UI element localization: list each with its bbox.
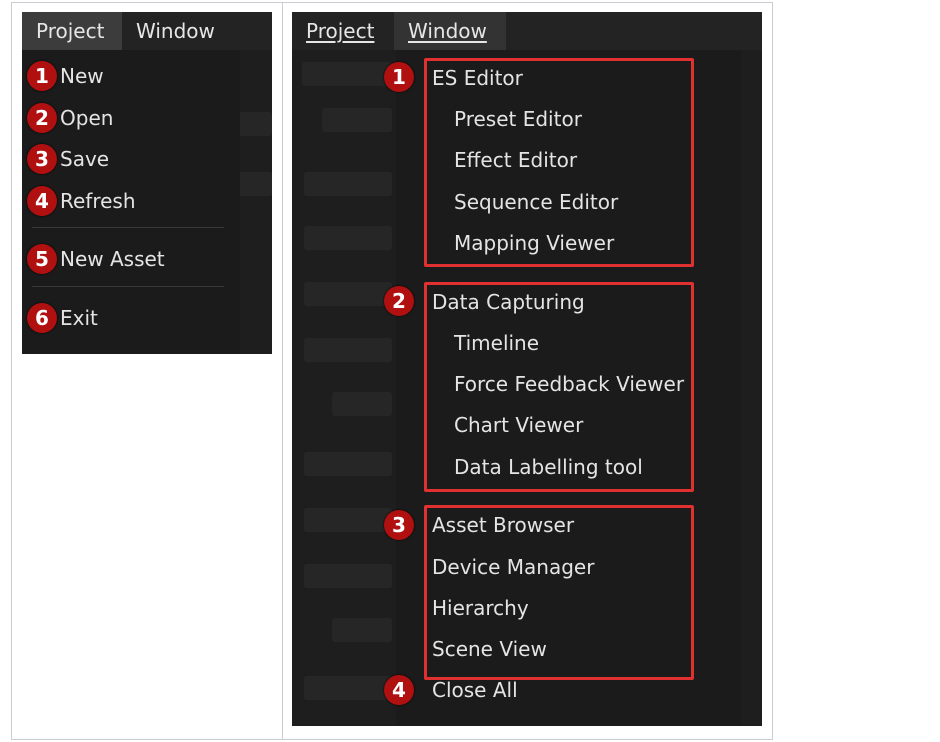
menu-item-new[interactable]: New [60,64,104,88]
menu-item-chart-viewer[interactable]: Chart Viewer [454,413,583,437]
menu-separator [32,227,224,228]
background-panel-item [302,62,392,86]
background-panel-item [304,282,392,306]
badge-1: 1 [384,62,414,92]
badge-4: 4 [384,675,414,705]
background-panel-item [332,392,392,416]
badge-4: 4 [27,186,57,216]
window-dropdown: 1 ES Editor Preset Editor Effect Editor … [384,50,741,726]
menu-item-mapping-viewer[interactable]: Mapping Viewer [454,231,614,255]
window-menu-screenshot: Project Window 1 ES Editor Preset Editor… [292,12,762,726]
menu-item-es-editor[interactable]: ES Editor [432,66,523,90]
background-panel-item [237,172,272,196]
project-dropdown: 1 New 2 Open 3 Save 4 Refresh 5 New Asse… [22,50,240,354]
background-panel-item [304,226,392,250]
badge-5: 5 [27,244,57,274]
menu-project[interactable]: Project [22,12,122,50]
background-panel-item [237,112,272,136]
background-panel-item [304,338,392,362]
background-panel-item [304,564,392,588]
menubar: Project Window [22,12,272,50]
background-panel-item [304,172,392,196]
menu-item-asset-browser[interactable]: Asset Browser [432,513,574,537]
menu-item-force-feedback-viewer[interactable]: Force Feedback Viewer [454,372,684,396]
background-panel-item [304,676,392,700]
menu-project[interactable]: Project [292,12,394,50]
background-panel-item [332,618,392,642]
menu-separator [32,286,224,287]
menu-item-exit[interactable]: Exit [60,306,98,330]
menu-item-refresh[interactable]: Refresh [60,189,136,213]
menubar: Project Window [292,12,762,50]
badge-3: 3 [27,144,57,174]
project-menu-screenshot: Project Window 1 New 2 Open 3 Save 4 Ref… [22,12,272,354]
badge-2: 2 [27,103,57,133]
menu-item-preset-editor[interactable]: Preset Editor [454,107,582,131]
menu-item-hierarchy[interactable]: Hierarchy [432,596,529,620]
badge-1: 1 [27,61,57,91]
menu-item-scene-view[interactable]: Scene View [432,637,547,661]
menu-item-save[interactable]: Save [60,147,109,171]
menu-item-effect-editor[interactable]: Effect Editor [454,148,577,172]
menu-item-open[interactable]: Open [60,106,113,130]
menu-item-data-capturing[interactable]: Data Capturing [432,290,585,314]
menu-item-close-all[interactable]: Close All [432,678,518,702]
menu-item-data-labelling-tool[interactable]: Data Labelling tool [454,455,643,479]
menu-item-new-asset[interactable]: New Asset [60,247,165,271]
menu-item-timeline[interactable]: Timeline [454,331,539,355]
background-panel-item [322,108,392,132]
menu-item-device-manager[interactable]: Device Manager [432,555,594,579]
menu-item-sequence-editor[interactable]: Sequence Editor [454,190,618,214]
badge-3: 3 [384,510,414,540]
menu-window[interactable]: Window [394,12,506,50]
background-panel-item [304,452,392,476]
badge-2: 2 [384,286,414,316]
background-panel-item [304,508,392,532]
badge-6: 6 [27,303,57,333]
menu-window[interactable]: Window [122,12,229,50]
